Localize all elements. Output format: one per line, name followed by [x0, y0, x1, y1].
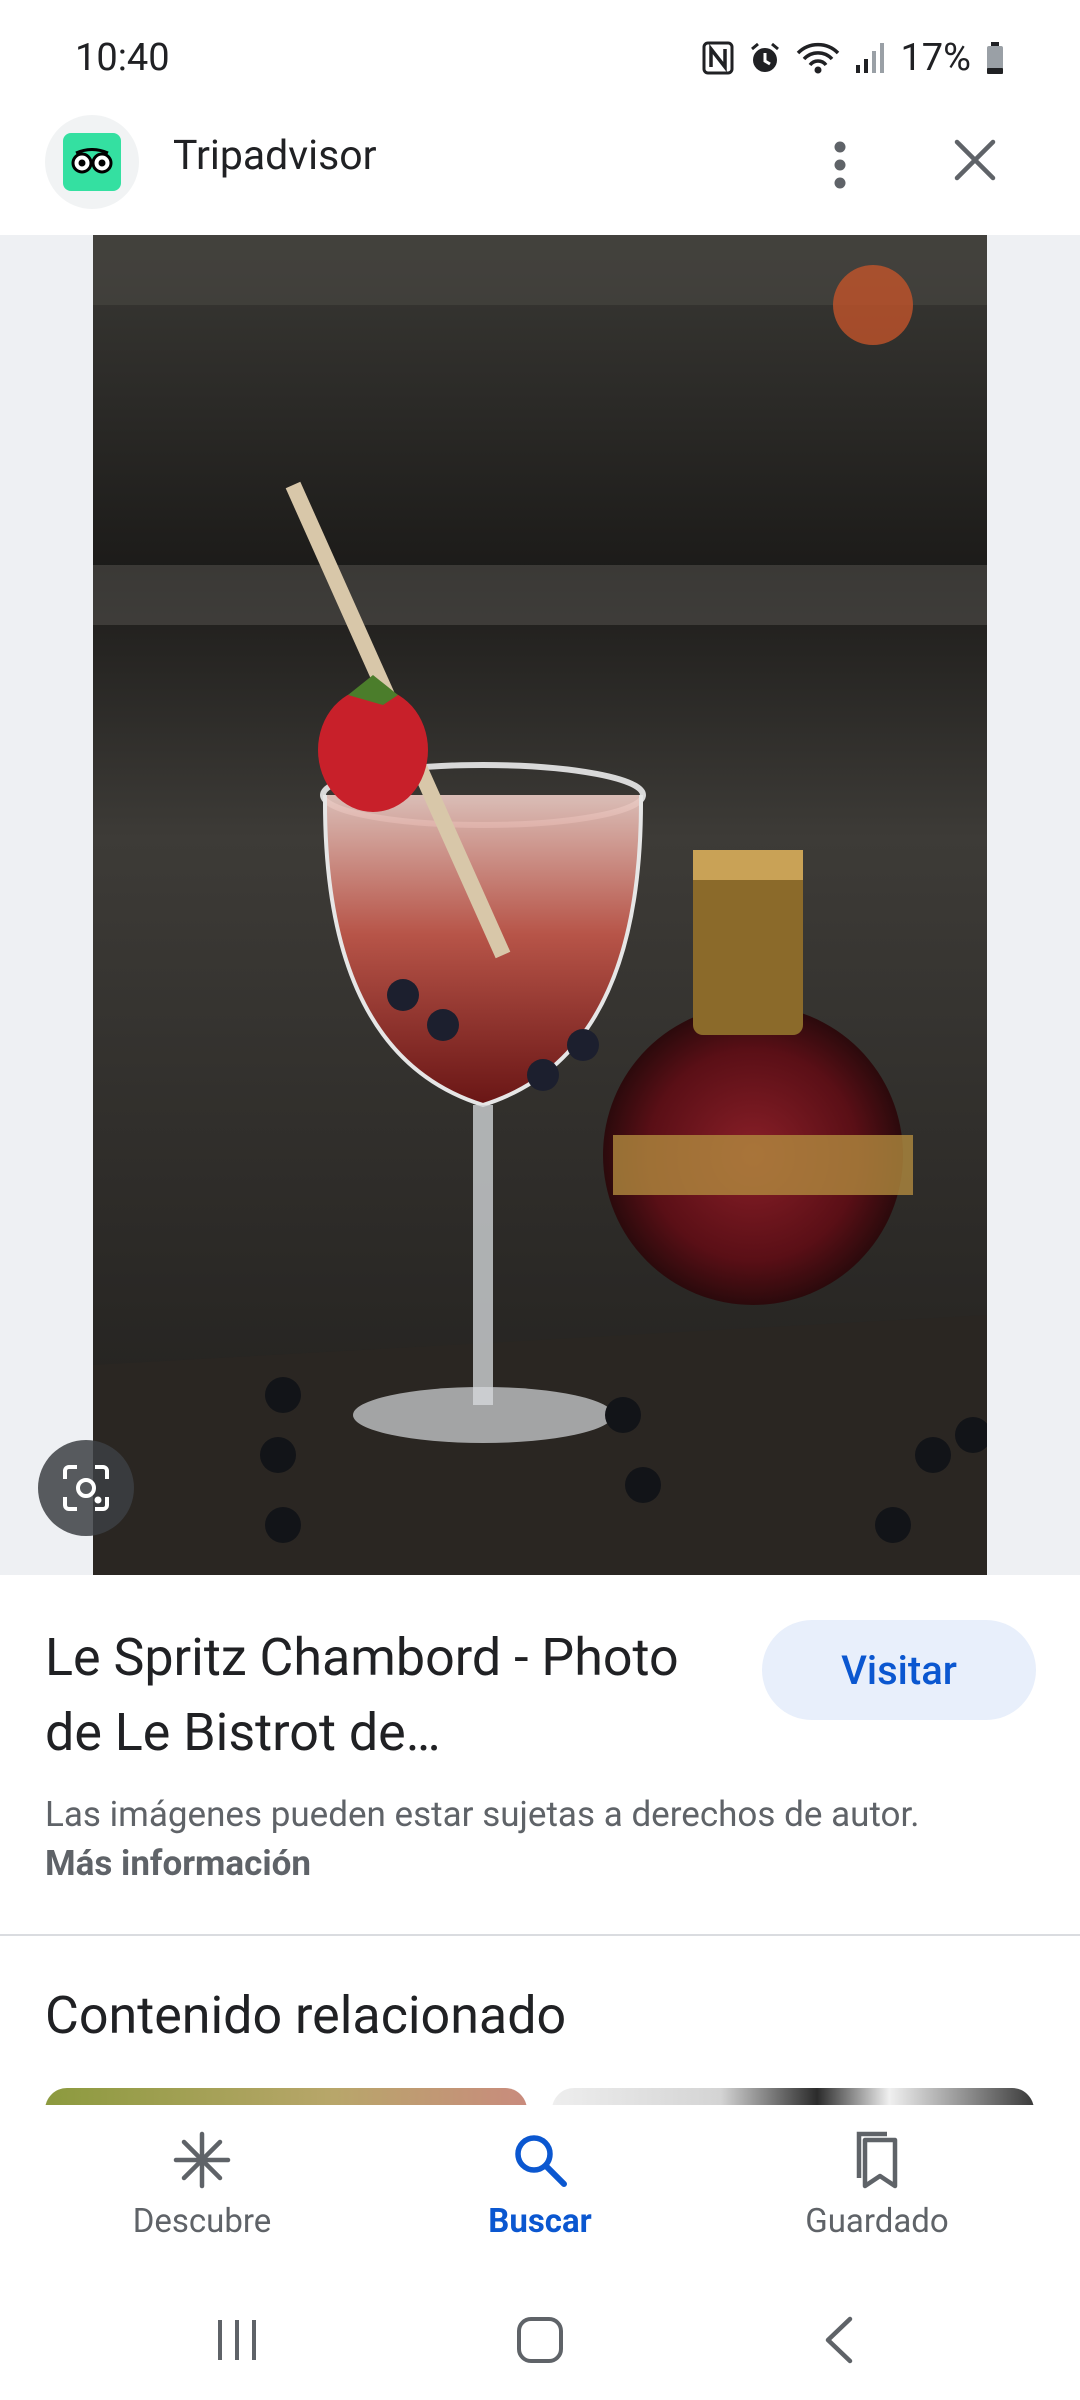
- tripadvisor-logo-icon: [63, 133, 121, 191]
- alarm-icon: [748, 41, 782, 75]
- signal-icon: [854, 41, 886, 75]
- recent-apps-button[interactable]: [197, 2310, 277, 2370]
- wifi-icon: [796, 41, 840, 75]
- close-icon: [954, 139, 996, 181]
- nfc-icon: [702, 41, 734, 75]
- status-bar: 10:40 17%: [0, 0, 1080, 110]
- nav-saved-label: Guardado: [805, 2202, 949, 2241]
- recent-apps-icon: [218, 2320, 256, 2360]
- status-time: 10:40: [75, 36, 170, 80]
- viewer-header: Tripadvisor: [0, 110, 1080, 235]
- home-icon: [517, 2317, 563, 2363]
- site-logo[interactable]: [45, 115, 139, 209]
- close-button[interactable]: [945, 130, 1005, 190]
- discover-icon: [173, 2131, 231, 2189]
- lens-icon: [63, 1465, 109, 1511]
- bottom-navigation: Descubre Buscar Guardado: [0, 2105, 1080, 2280]
- nav-discover[interactable]: Descubre: [82, 2130, 322, 2241]
- back-button[interactable]: [800, 2310, 880, 2370]
- more-vert-icon: [834, 141, 846, 189]
- saved-icon: [856, 2131, 898, 2189]
- more-options-button[interactable]: [815, 125, 865, 205]
- lens-search-button[interactable]: [38, 1440, 134, 1536]
- result-title[interactable]: Le Spritz Chambord - Photo de Le Bistrot…: [45, 1620, 685, 1770]
- system-navigation-bar: [0, 2280, 1080, 2400]
- search-icon: [515, 2135, 567, 2187]
- nav-search-label: Buscar: [488, 2202, 592, 2241]
- copyright-text: Las imágenes pueden estar sujetas a dere…: [45, 1794, 920, 1835]
- result-photo[interactable]: [93, 235, 987, 1575]
- related-content-heading: Contenido relacionado: [45, 1985, 567, 2046]
- home-button[interactable]: [500, 2310, 580, 2370]
- divider: [0, 1934, 1080, 1936]
- battery-icon: [985, 41, 1005, 75]
- site-title: Tripadvisor: [173, 132, 377, 180]
- visit-button[interactable]: Visitar: [762, 1620, 1036, 1720]
- nav-saved[interactable]: Guardado: [757, 2130, 997, 2241]
- nav-discover-label: Descubre: [132, 2202, 272, 2241]
- back-icon: [825, 2316, 853, 2364]
- more-info-link[interactable]: Más información: [45, 1843, 311, 1884]
- nav-search[interactable]: Buscar: [420, 2130, 660, 2241]
- battery-text: 17%: [900, 36, 971, 80]
- copyright-notice: Las imágenes pueden estar sujetas a dere…: [45, 1790, 945, 1888]
- image-preview-area: [0, 235, 1080, 1575]
- status-icons: 17%: [702, 36, 1005, 80]
